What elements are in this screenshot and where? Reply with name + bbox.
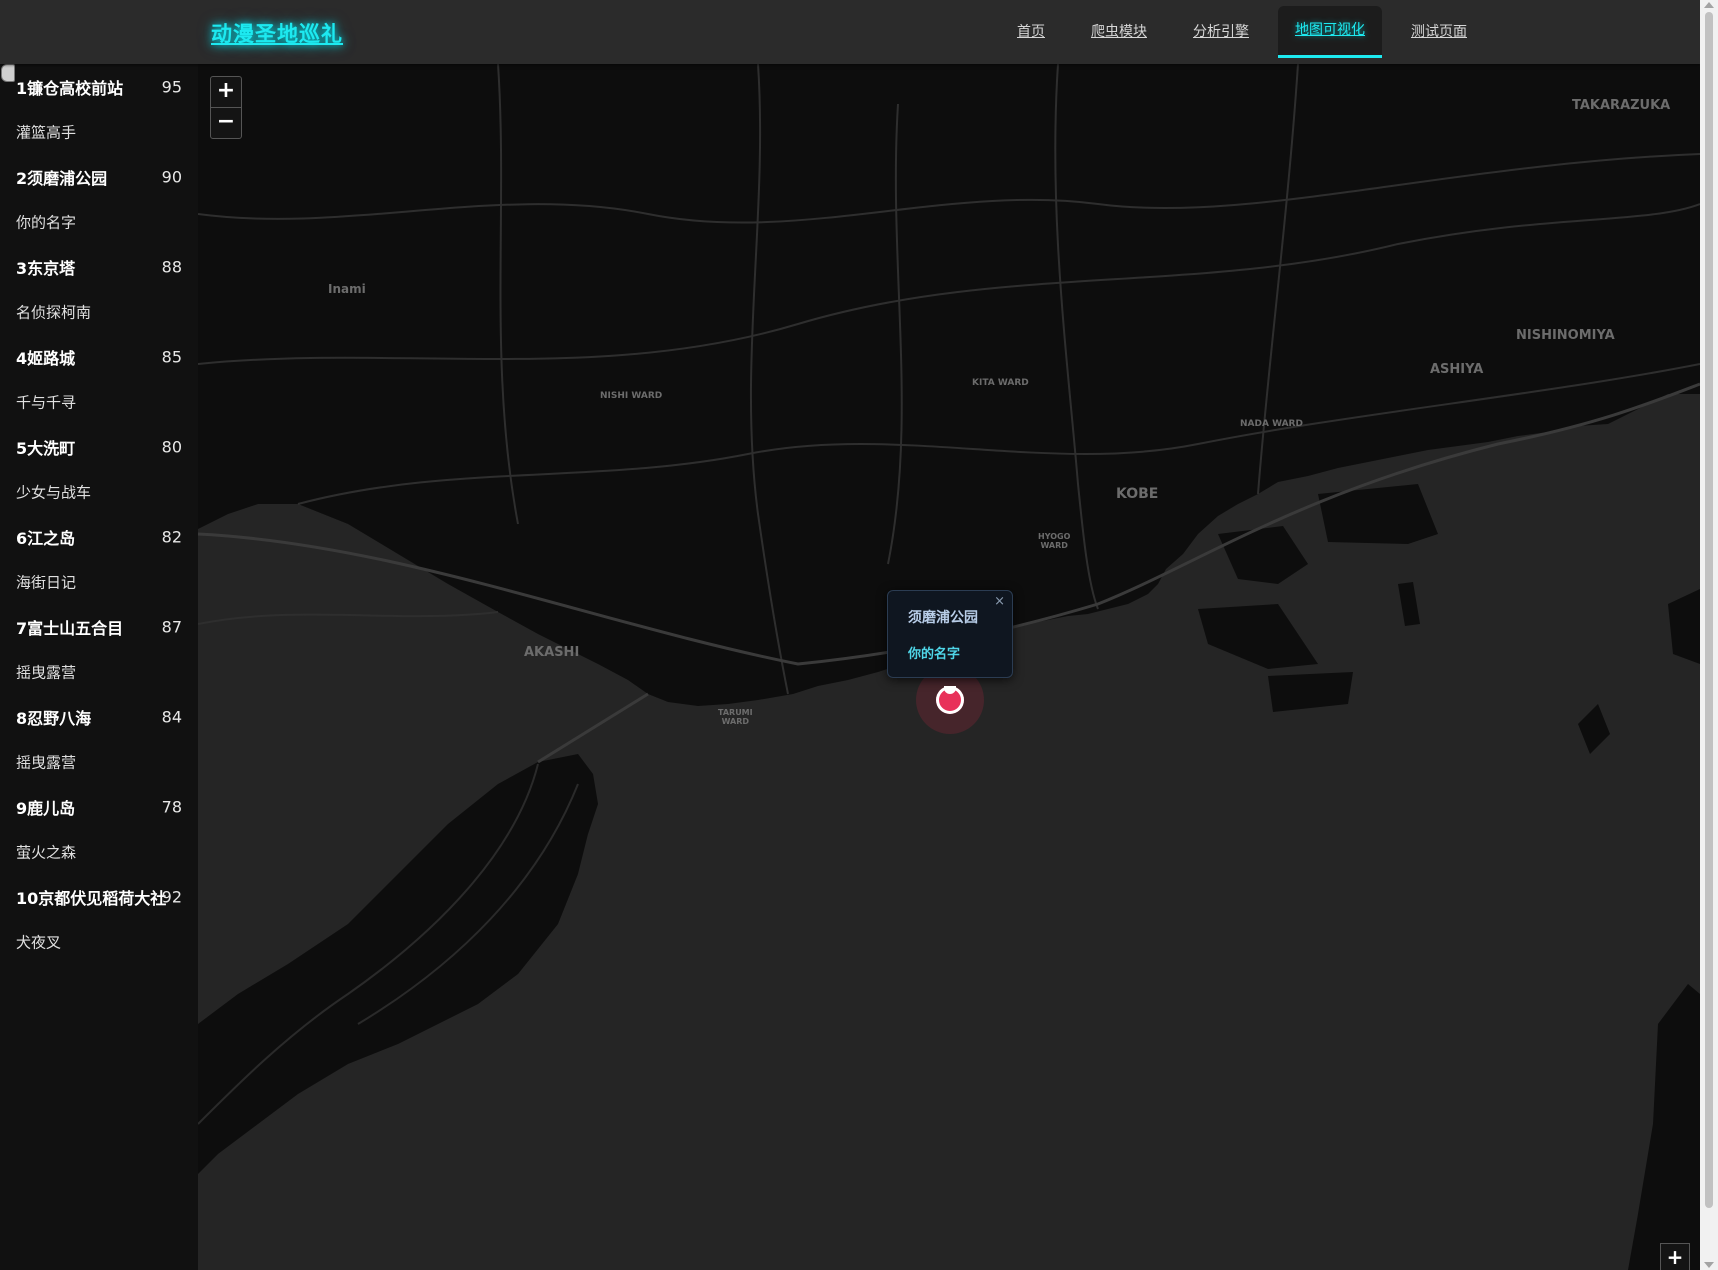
spot-name: 6江之岛 [16,528,76,548]
spot-row[interactable]: 7富士山五合目 87 [0,604,198,649]
spot-anime-row[interactable]: 少女与战车 [0,469,198,514]
spot-score: 84 [161,707,182,726]
map-label-nishinomiya: NISHINOMIYA [1516,328,1615,343]
scroll-thumb[interactable] [1705,12,1713,1208]
spot-row[interactable]: 4姬路城 85 [0,334,198,379]
spot-row[interactable]: 9鹿儿岛 78 [0,784,198,829]
zoom-control: + − [210,76,242,139]
nav-test[interactable]: 测试页面 [1394,6,1484,58]
scroll-down-arrow-icon[interactable] [1704,1262,1714,1268]
spot-score: 82 [161,527,182,546]
page-scrollbar[interactable] [1700,0,1718,1270]
spot-score: 95 [161,77,182,96]
spot-row[interactable]: 1镰仓高校前站 95 [0,64,198,109]
nav-home[interactable]: 首页 [1000,6,1062,58]
land-east-shore [1668,589,1700,664]
spot-score: 87 [161,617,182,636]
spot-name: 9鹿儿岛 [16,798,76,818]
map-label-ashiya: ASHIYA [1430,362,1484,377]
spot-anime-row[interactable]: 萤火之森 [0,829,198,874]
nav-analysis[interactable]: 分析引擎 [1176,6,1266,58]
map-label-takarazuka: TAKARAZUKA [1572,98,1671,113]
scroll-up-arrow-icon[interactable] [1704,2,1714,8]
spot-name: 4姬路城 [16,348,76,368]
spot-anime: 犬夜叉 [16,933,62,951]
spot-anime: 摇曳露营 [16,753,77,771]
spot-name: 8忍野八海 [16,708,92,728]
spot-name: 5大洗町 [16,438,76,458]
map-label-kita-ward: KITA WARD [972,378,1029,388]
zoom-out-button[interactable]: − [211,107,241,138]
spot-list: 1镰仓高校前站 95 灌篮高手 2须磨浦公园 90 你的名字 3东京塔 88 名… [0,64,198,964]
spot-anime: 你的名字 [16,213,77,231]
top-navbar: 动漫圣地巡礼 首页 爬虫模块 分析引擎 地图可视化 测试页面 [0,0,1700,64]
spot-sidebar: 1镰仓高校前站 95 灌篮高手 2须磨浦公园 90 你的名字 3东京塔 88 名… [0,64,198,1270]
land-port-island-5 [1398,582,1420,626]
spot-score: 88 [161,257,182,276]
spot-anime-row[interactable]: 摇曳露营 [0,739,198,784]
map-label-akashi: AKASHI [524,645,580,660]
popup-close-icon[interactable]: × [994,594,1005,609]
land-port-island-3 [1198,604,1318,669]
spot-score: 78 [161,797,182,816]
nav-crawler[interactable]: 爬虫模块 [1074,6,1164,58]
spot-score: 80 [161,437,182,456]
spot-name: 3东京塔 [16,258,76,278]
land-islet-east [1578,704,1610,754]
spot-anime-row[interactable]: 犬夜叉 [0,919,198,964]
spot-anime: 千与千寻 [16,393,77,411]
location-marker-icon[interactable] [936,686,964,714]
corner-zoom-button[interactable]: + [1660,1243,1690,1270]
spot-row[interactable]: 10京都伏见稻荷大社 92 [0,874,198,919]
popup-title: 须磨浦公园 [908,610,978,626]
land-southeast-shore [1628,984,1700,1270]
main-nav: 首页 爬虫模块 分析引擎 地图可视化 测试页面 [1000,6,1496,58]
land-port-island-1 [1218,526,1308,584]
spot-anime: 摇曳露营 [16,663,77,681]
spot-score: 92 [161,887,182,906]
map-label-nada-ward: NADA WARD [1240,419,1303,429]
spot-row[interactable]: 5大洗町 80 [0,424,198,469]
spot-anime-row[interactable]: 摇曳露营 [0,649,198,694]
spot-row[interactable]: 3东京塔 88 [0,244,198,289]
zoom-in-button[interactable]: + [211,77,241,107]
land-awaji-island [198,754,598,1270]
map-label-inami: Inami [328,282,366,296]
spot-anime: 少女与战车 [16,483,92,501]
nav-map[interactable]: 地图可视化 [1278,6,1382,58]
popup-subtitle: 你的名字 [908,647,961,662]
map-view[interactable]: TAKARAZUKA NISHINOMIYA ASHIYA KOBE AKASH… [198,64,1700,1270]
spot-anime-row[interactable]: 海街日记 [0,559,198,604]
spot-anime: 名侦探柯南 [16,303,92,321]
land-port-island-2 [1318,484,1438,544]
map-label-kobe: KOBE [1116,486,1159,502]
spot-anime-row[interactable]: 灌篮高手 [0,109,198,154]
map-label-hyogo-ward: HYOGO WARD [1038,532,1071,550]
spot-row[interactable]: 6江之岛 82 [0,514,198,559]
spot-name: 7富士山五合目 [16,618,124,638]
spot-anime: 海街日记 [16,573,77,591]
land-port-island-4 [1268,672,1353,712]
spot-score: 85 [161,347,182,366]
spot-name: 1镰仓高校前站 [16,78,124,98]
spot-name: 2须磨浦公园 [16,168,108,188]
site-brand-link[interactable]: 动漫圣地巡礼 [211,18,343,48]
spot-name: 10京都伏见稻荷大社 [16,888,167,908]
spot-anime-row[interactable]: 你的名字 [0,199,198,244]
map-label-nishi-ward: NISHI WARD [600,391,663,401]
spot-row[interactable]: 8忍野八海 84 [0,694,198,739]
sidebar-toggle-handle[interactable] [1,64,15,82]
spot-anime: 萤火之森 [16,843,77,861]
spot-score: 90 [161,167,182,186]
spot-anime-row[interactable]: 千与千寻 [0,379,198,424]
spot-anime-row[interactable]: 名侦探柯南 [0,289,198,334]
location-popup: 须磨浦公园 你的名字 × [887,590,1013,678]
spot-row[interactable]: 2须磨浦公园 90 [0,154,198,199]
map-label-tarumi-ward: TARUMI WARD [718,708,753,726]
spot-anime: 灌篮高手 [16,123,77,141]
